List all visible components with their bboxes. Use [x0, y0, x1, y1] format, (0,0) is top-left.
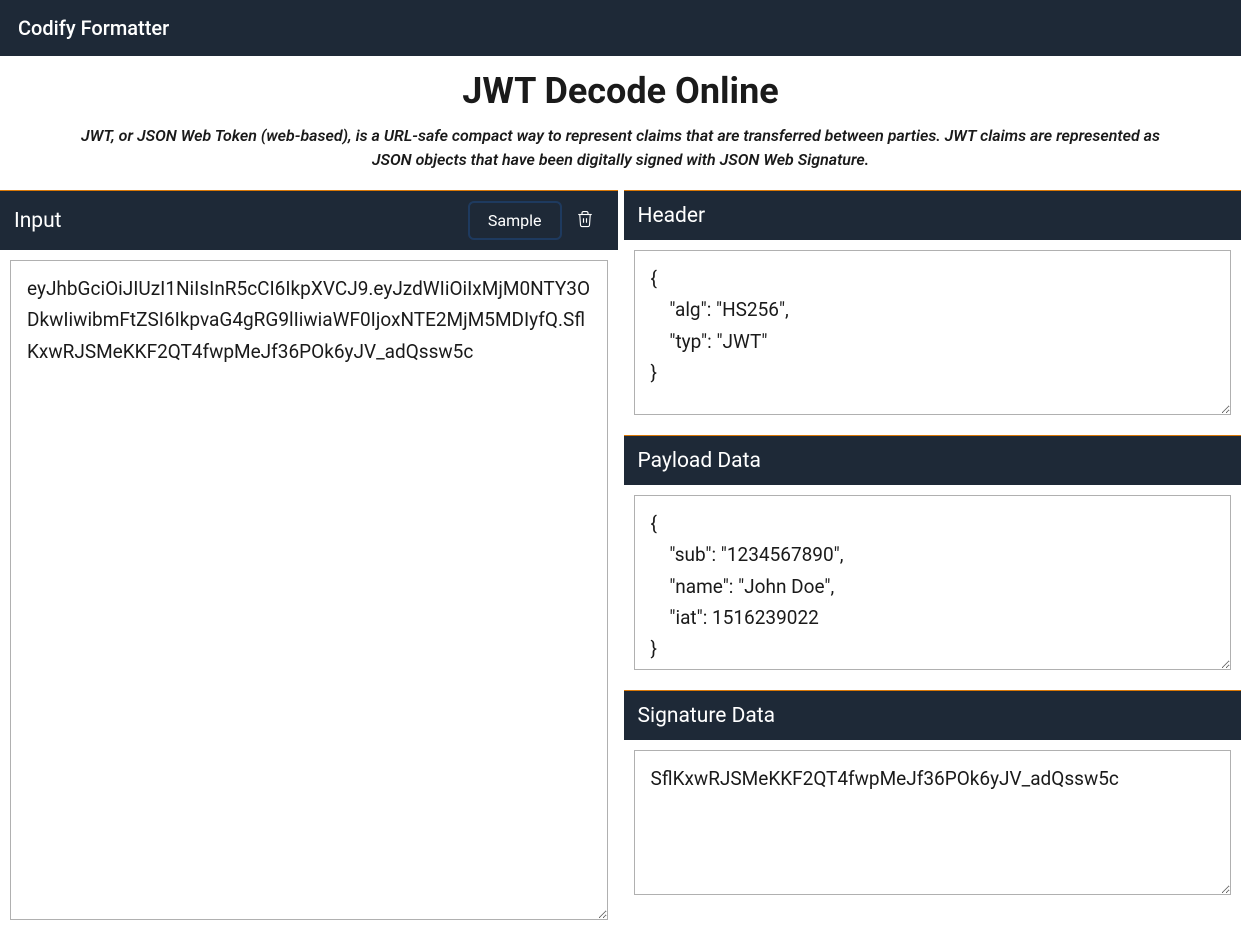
payload-textarea[interactable] — [634, 495, 1232, 670]
input-column: Input Sample — [0, 190, 618, 934]
signature-textarea[interactable] — [634, 750, 1232, 895]
header-panel-title: Header — [638, 204, 706, 228]
payload-panel-header: Payload Data — [624, 435, 1241, 485]
input-panel-actions: Sample — [468, 201, 604, 240]
input-panel-body — [0, 250, 618, 934]
header-panel: Header — [624, 190, 1241, 429]
signature-panel-body — [624, 740, 1241, 909]
input-textarea[interactable] — [10, 260, 608, 920]
payload-panel-body — [624, 485, 1241, 684]
input-panel-title: Input — [14, 209, 62, 233]
header-panel-body — [624, 240, 1241, 429]
payload-panel: Payload Data — [624, 435, 1241, 684]
signature-panel-header: Signature Data — [624, 690, 1241, 740]
trash-icon — [576, 210, 594, 231]
payload-panel-title: Payload Data — [638, 449, 761, 473]
main-content: Input Sample — [0, 190, 1241, 934]
header-textarea[interactable] — [634, 250, 1232, 415]
header-panel-header: Header — [624, 190, 1241, 240]
header-section: JWT Decode Online JWT, or JSON Web Token… — [0, 56, 1241, 190]
sample-button[interactable]: Sample — [468, 201, 562, 240]
brand-title: Codify Formatter — [18, 16, 169, 40]
clear-button[interactable] — [566, 202, 604, 239]
output-column: Header Payload Data Signature Data — [624, 190, 1241, 934]
page-description: JWT, or JSON Web Token (web-based), is a… — [71, 124, 1171, 172]
signature-panel: Signature Data — [624, 690, 1241, 909]
input-panel-header: Input Sample — [0, 190, 618, 250]
signature-panel-title: Signature Data — [638, 704, 776, 728]
page-title: JWT Decode Online — [20, 70, 1221, 112]
topbar: Codify Formatter — [0, 0, 1241, 56]
